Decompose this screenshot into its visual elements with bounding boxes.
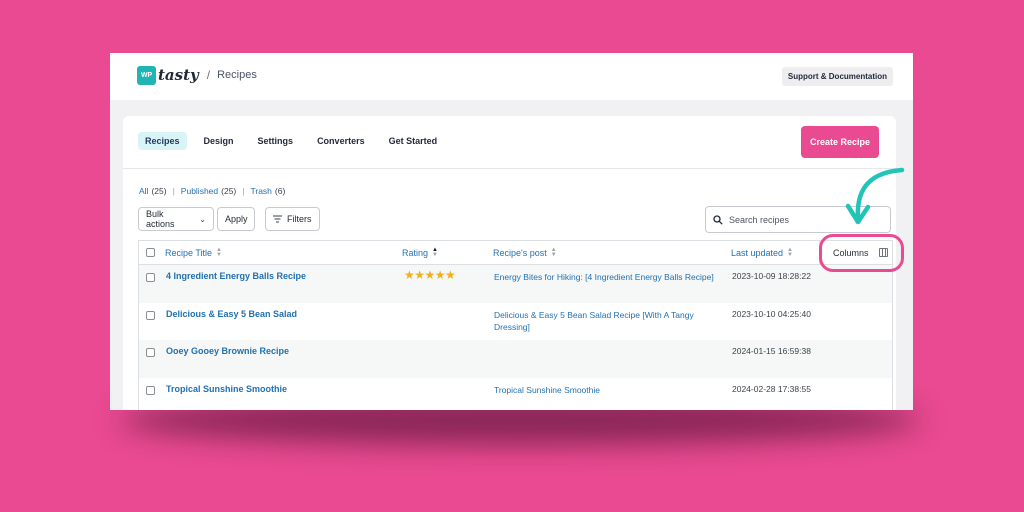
- filters-label: Filters: [287, 214, 312, 224]
- tab-design[interactable]: Design: [197, 132, 241, 150]
- table-row: Tropical Sunshine Smoothie Tropical Suns…: [139, 378, 892, 411]
- recipe-title-link[interactable]: Delicious & Easy 5 Bean Salad: [166, 309, 297, 319]
- sort-icon: ▲ ▼: [550, 246, 557, 258]
- recipe-title-link[interactable]: Ooey Gooey Brownie Recipe: [166, 346, 289, 356]
- select-all-checkbox[interactable]: [146, 248, 155, 257]
- view-trash-count: (6): [274, 186, 286, 196]
- tab-converters[interactable]: Converters: [310, 132, 372, 150]
- breadcrumb-current-page: Recipes: [217, 69, 257, 81]
- teal-arrow-annotation: [845, 167, 905, 225]
- table-row: Delicious & Easy 5 Bean Salad Delicious …: [139, 303, 892, 341]
- last-updated: 2024-01-15 16:59:38: [732, 346, 811, 356]
- create-recipe-button[interactable]: Create Recipe: [801, 126, 879, 158]
- column-header-rating[interactable]: Rating ▲ ▼: [402, 246, 438, 258]
- support-documentation-button[interactable]: Support & Documentation: [781, 67, 893, 86]
- apply-button[interactable]: Apply: [217, 207, 255, 231]
- table-header-row: Recipe Title ▲ ▼ Rating ▲ ▼ Recipe's post …: [139, 241, 892, 265]
- app-window: WP tasty / Recipes Support & Documentati…: [110, 53, 913, 410]
- table-row: Ooey Gooey Brownie Recipe 2024-01-15 16:…: [139, 340, 892, 378]
- nav-tabs: Recipes Design Settings Converters Get S…: [138, 132, 450, 150]
- recipe-post-link[interactable]: Tropical Sunshine Smoothie: [494, 384, 724, 397]
- row-checkbox[interactable]: [146, 310, 155, 320]
- logo-wordmark: tasty: [158, 66, 199, 84]
- view-trash-link[interactable]: Trash: [250, 186, 271, 196]
- view-separator: |: [242, 186, 245, 196]
- recipes-table: Recipe Title ▲ ▼ Rating ▲ ▼ Recipe's post …: [138, 240, 893, 410]
- sort-icon: ▲ ▼: [787, 246, 793, 258]
- recipe-title-link[interactable]: 4 Ingredient Energy Balls Recipe: [166, 271, 306, 281]
- tab-settings[interactable]: Settings: [251, 132, 301, 150]
- tab-get-started[interactable]: Get Started: [382, 132, 445, 150]
- column-header-title-label: Recipe Title: [165, 247, 213, 258]
- search-placeholder: Search recipes: [729, 214, 790, 225]
- view-published-link[interactable]: Published: [181, 186, 218, 196]
- row-checkbox[interactable]: [146, 348, 155, 357]
- chevron-down-icon: ⌄: [199, 214, 206, 224]
- recipes-panel: Recipes Design Settings Converters Get S…: [123, 116, 896, 410]
- last-updated: 2024-02-28 17:38:55: [732, 383, 811, 394]
- column-header-rating-label: Rating: [402, 247, 429, 258]
- filters-button[interactable]: Filters: [265, 207, 320, 231]
- sort-icon: ▲ ▼: [432, 246, 438, 258]
- view-all-link[interactable]: All: [139, 186, 148, 196]
- column-header-post-label: Recipe's post: [493, 247, 547, 258]
- breadcrumb-separator: /: [206, 68, 211, 82]
- bulk-actions-label: Bulk actions: [146, 209, 175, 229]
- filter-icon: [273, 215, 282, 223]
- view-all-count: (25): [151, 186, 167, 196]
- bulk-actions-select[interactable]: Bulk actions ⌄: [138, 207, 214, 231]
- divider: [123, 168, 896, 169]
- table-row: 4 Ingredient Energy Balls Recipe ★★★★★ E…: [139, 265, 892, 303]
- recipe-post-link[interactable]: Delicious & Easy 5 Bean Salad Recipe [Wi…: [494, 309, 724, 334]
- row-checkbox[interactable]: [146, 273, 155, 282]
- column-header-updated-label: Last updated: [731, 247, 784, 258]
- top-bar: WP tasty / Recipes Support & Documentati…: [110, 53, 913, 100]
- search-icon: [713, 214, 723, 225]
- view-separator: |: [172, 186, 175, 196]
- column-header-title[interactable]: Recipe Title ▲ ▼: [165, 246, 222, 258]
- last-updated: 2023-10-10 04:25:40: [732, 308, 811, 319]
- recipe-post-link[interactable]: Energy Bites for Hiking: [4 Ingredient E…: [494, 271, 724, 284]
- sort-icon: ▲ ▼: [216, 246, 222, 258]
- logo-badge: WP: [137, 65, 156, 85]
- last-updated: 2023-10-09 18:28:22: [732, 271, 811, 281]
- rating-stars: ★★★★★: [404, 268, 456, 282]
- column-header-post[interactable]: Recipe's post ▲ ▼: [493, 246, 557, 258]
- tab-recipes[interactable]: Recipes: [138, 132, 187, 150]
- row-checkbox[interactable]: [146, 385, 155, 395]
- status-views: All (25) | Published (25) | Trash (6): [139, 186, 285, 196]
- wp-tasty-logo[interactable]: WP tasty / Recipes: [137, 65, 257, 85]
- view-published-count: (25): [221, 186, 237, 196]
- column-header-updated[interactable]: Last updated ▲ ▼: [731, 246, 793, 258]
- recipe-title-link[interactable]: Tropical Sunshine Smoothie: [166, 384, 287, 394]
